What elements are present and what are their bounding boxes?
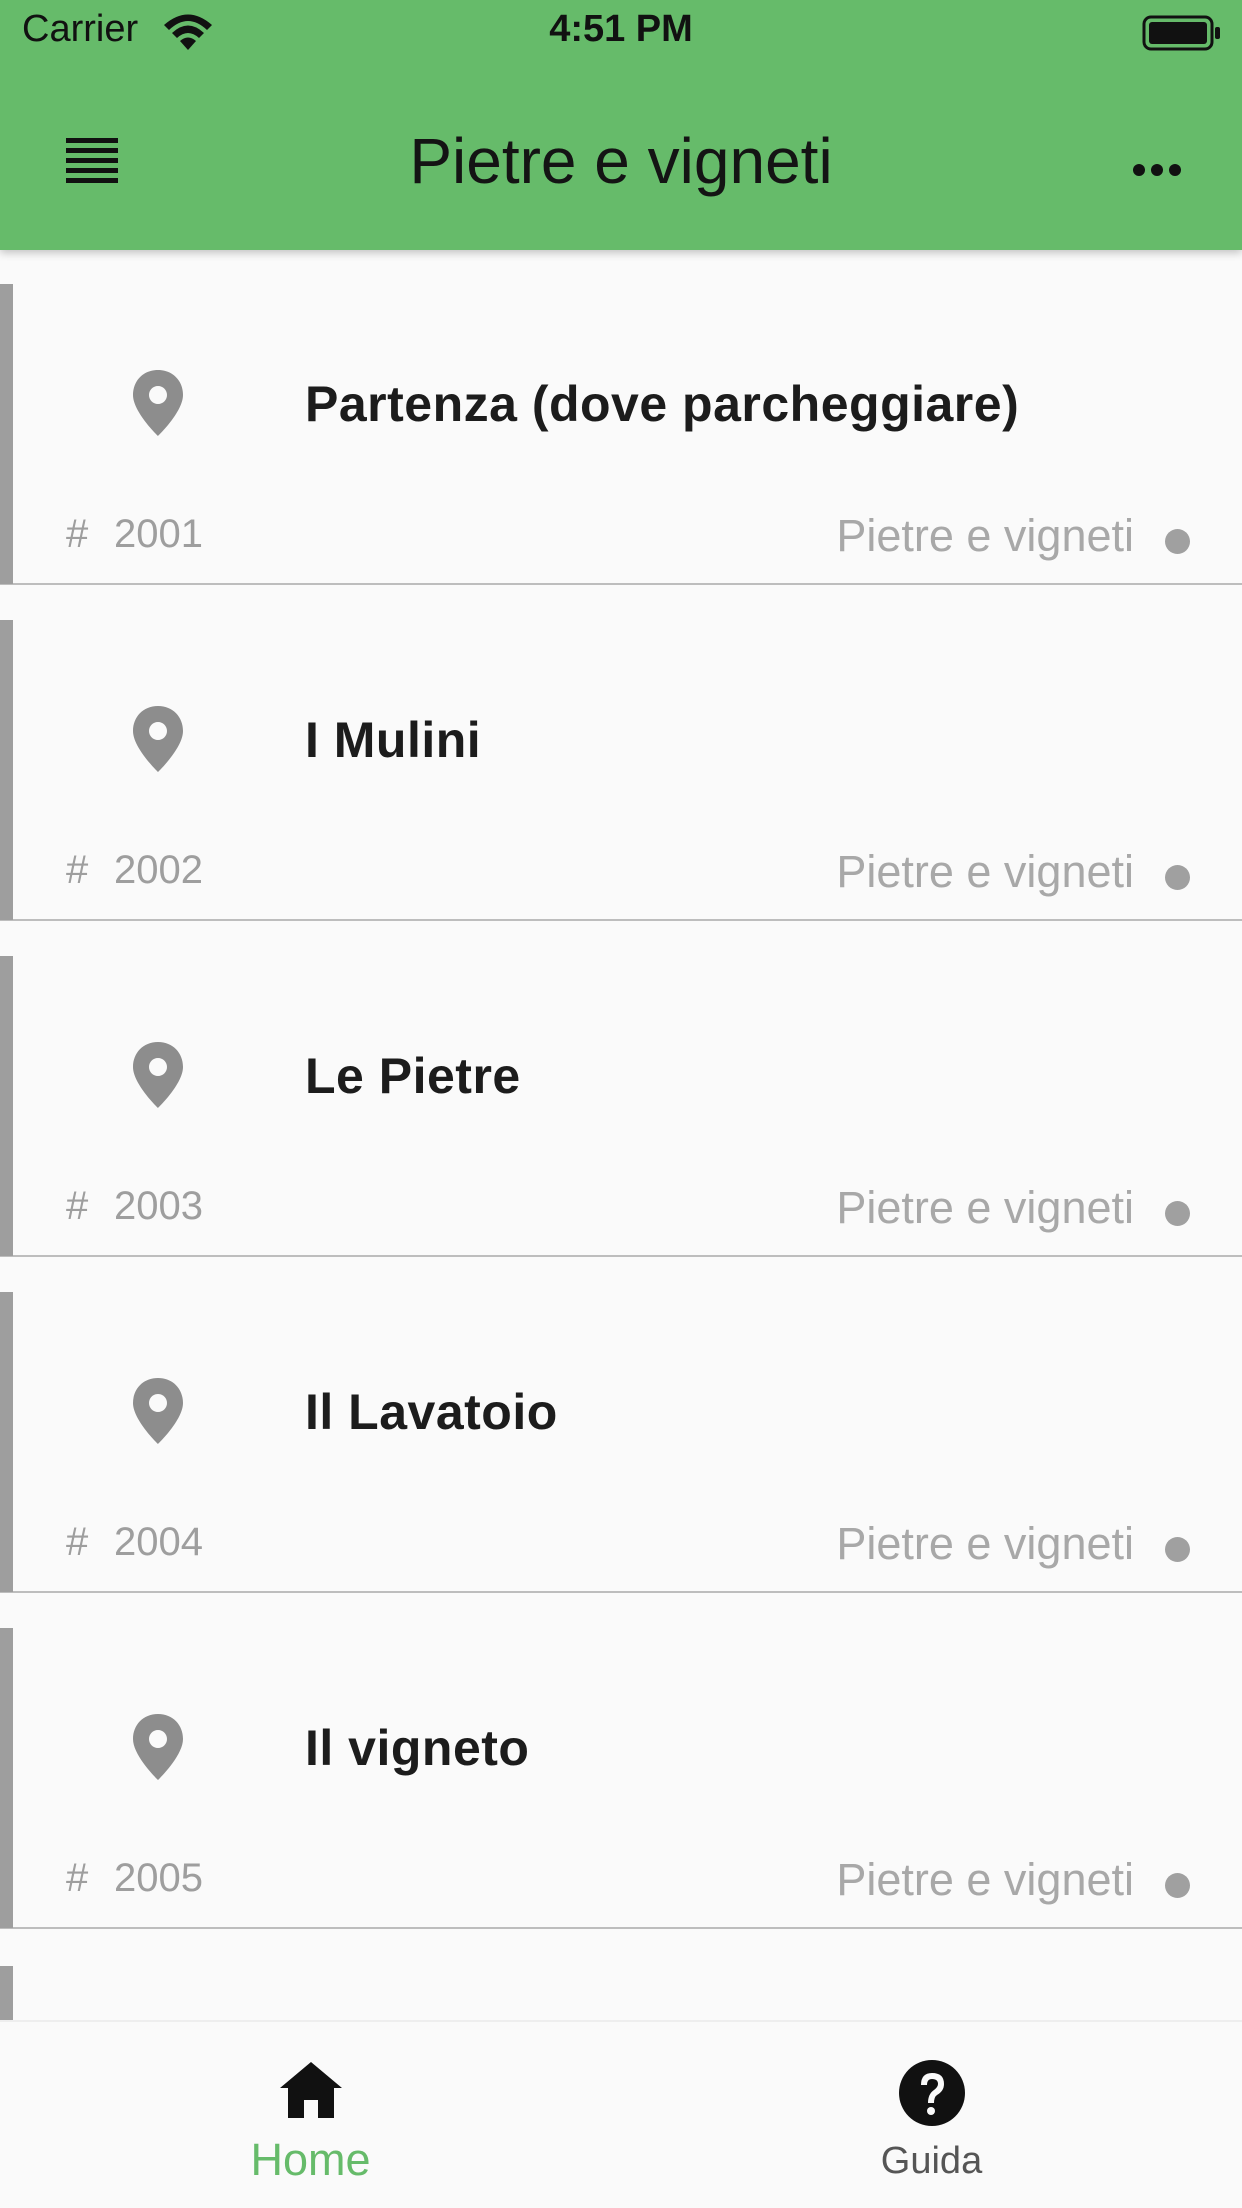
list-item[interactable]: Partenza (dove parcheggiare) # 2001 Piet… xyxy=(0,250,1242,585)
status-dot xyxy=(1165,1873,1190,1898)
item-hash: # xyxy=(66,1184,89,1228)
bottom-navigation: Home Guida xyxy=(0,2020,1242,2208)
list-item[interactable]: I Mulini # 2002 Pietre e vigneti xyxy=(0,586,1242,921)
tab-guida-label: Guida xyxy=(880,2140,983,2182)
help-circle-icon xyxy=(621,2058,1242,2133)
toolbar: Pietre e vigneti xyxy=(0,90,1242,230)
item-accent-bar xyxy=(0,1628,13,1928)
item-code: 2004 xyxy=(114,1520,203,1564)
item-route: Pietre e vigneti xyxy=(836,846,1134,897)
item-hash: # xyxy=(66,1520,89,1564)
item-route: Pietre e vigneti xyxy=(836,1854,1134,1905)
status-time: 4:51 PM xyxy=(549,8,693,50)
item-hash: # xyxy=(66,1856,89,1900)
next-item-accent-bar xyxy=(0,1966,13,2020)
item-accent-bar xyxy=(0,956,13,1256)
item-code: 2002 xyxy=(114,848,203,892)
page-title: Pietre e vigneti xyxy=(409,125,833,197)
more-options-button[interactable] xyxy=(1112,140,1202,200)
item-route: Pietre e vigneti xyxy=(836,510,1134,561)
status-dot xyxy=(1165,865,1190,890)
item-title: Il Lavatoio xyxy=(305,1384,558,1440)
status-dot xyxy=(1165,1537,1190,1562)
item-title: Il vigneto xyxy=(305,1720,530,1776)
item-code: 2005 xyxy=(114,1856,203,1900)
map-pin-icon xyxy=(130,1712,186,1787)
item-title: I Mulini xyxy=(305,712,482,768)
app-bar: Carrier 4:51 PM Pietre e vigneti xyxy=(0,0,1242,250)
map-pin-icon xyxy=(130,1376,186,1451)
tab-home[interactable]: Home xyxy=(0,2022,621,2208)
status-bar: Carrier 4:51 PM xyxy=(0,0,1242,66)
status-dot xyxy=(1165,529,1190,554)
list-item[interactable]: Il Lavatoio # 2004 Pietre e vigneti xyxy=(0,1258,1242,1593)
tab-home-label: Home xyxy=(250,2134,371,2185)
item-hash: # xyxy=(66,848,89,892)
battery-full-icon xyxy=(1142,14,1222,57)
tab-guida[interactable]: Guida xyxy=(621,2022,1242,2208)
map-pin-icon xyxy=(130,368,186,443)
item-route: Pietre e vigneti xyxy=(836,1182,1134,1233)
item-route: Pietre e vigneti xyxy=(836,1518,1134,1569)
list-item[interactable]: Le Pietre # 2003 Pietre e vigneti xyxy=(0,922,1242,1257)
item-hash: # xyxy=(66,512,89,556)
more-horizontal-icon xyxy=(1112,164,1202,204)
status-dot xyxy=(1165,1201,1190,1226)
item-title: Le Pietre xyxy=(305,1048,521,1104)
item-accent-bar xyxy=(0,620,13,920)
item-accent-bar xyxy=(0,284,13,584)
item-code: 2001 xyxy=(114,512,203,556)
map-pin-icon xyxy=(130,1040,186,1115)
item-accent-bar xyxy=(0,1292,13,1592)
stops-list[interactable]: Partenza (dove parcheggiare) # 2001 Piet… xyxy=(0,250,1242,2020)
list-item[interactable]: Il vigneto # 2005 Pietre e vigneti xyxy=(0,1594,1242,1929)
map-pin-icon xyxy=(130,704,186,779)
item-code: 2003 xyxy=(114,1184,203,1228)
item-title: Partenza (dove parcheggiare) xyxy=(305,376,1020,432)
home-icon xyxy=(0,2058,621,2127)
